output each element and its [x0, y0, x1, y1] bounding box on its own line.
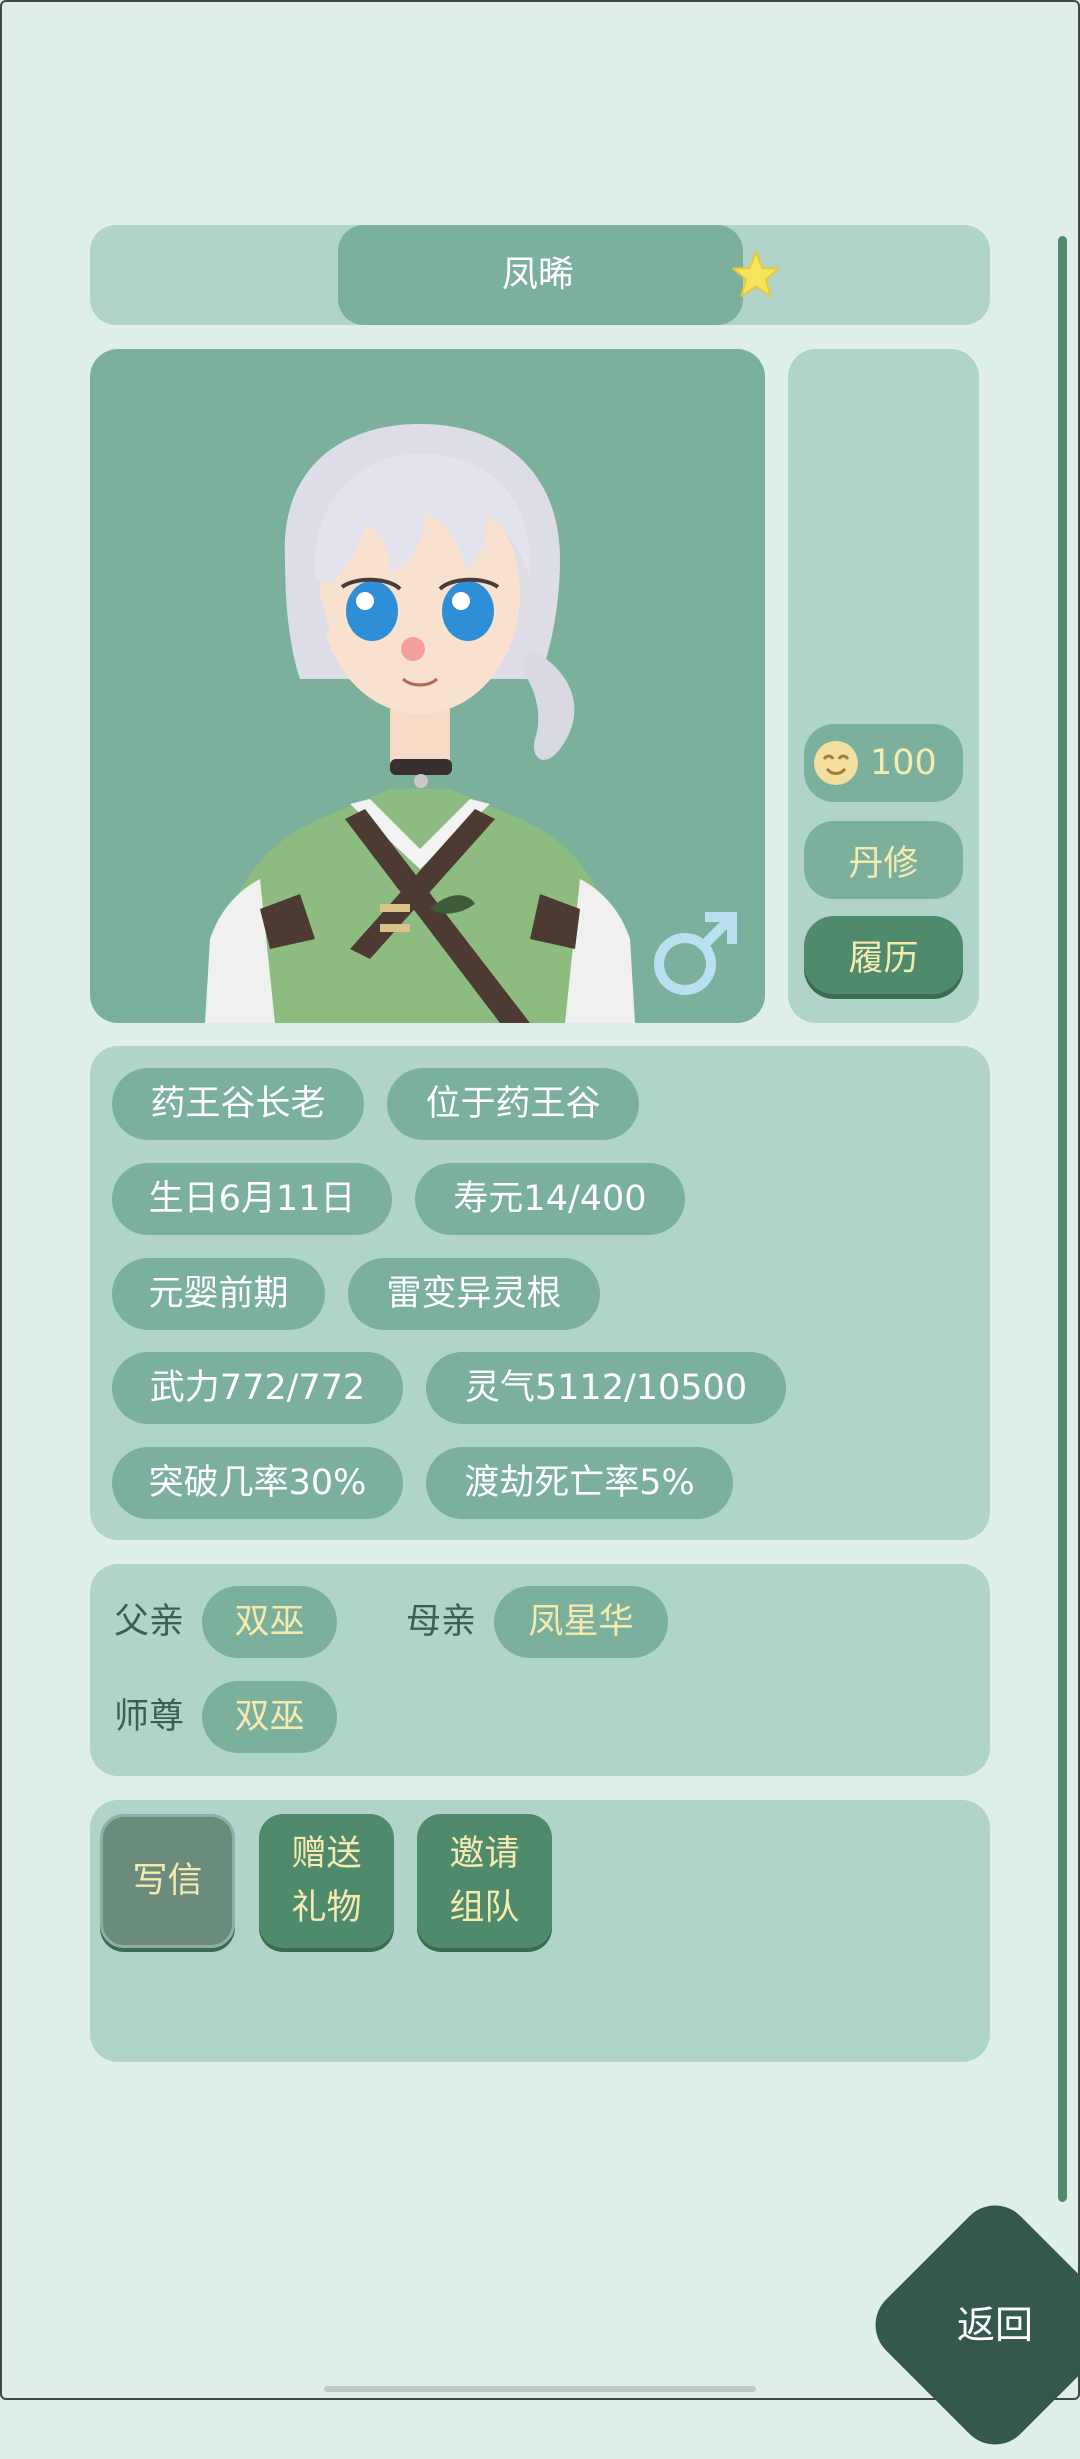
- tag-realm: 元婴前期: [112, 1258, 325, 1330]
- tag-force: 武力772/772: [112, 1352, 403, 1424]
- side-panel: 100 丹修 履历: [788, 349, 979, 1023]
- name-pill[interactable]: 凤晞: [338, 225, 780, 325]
- tag-breakthrough: 突破几率30%: [112, 1447, 403, 1519]
- tag-lifespan: 寿元14/400: [415, 1163, 685, 1235]
- character-name: 凤晞: [501, 254, 574, 295]
- mother-label: 母亲: [406, 1602, 477, 1642]
- tag-tribulation: 渡劫死亡率5%: [426, 1447, 733, 1519]
- invite-team-label: 邀请组队: [449, 1834, 520, 1928]
- stats-panel: 药王谷长老 位于药王谷 生日6月11日 寿元14/400 元婴前期 雷变异灵根 …: [90, 1046, 990, 1540]
- father-label: 父亲: [114, 1602, 185, 1642]
- profession-button[interactable]: 丹修: [804, 821, 963, 899]
- write-letter-button[interactable]: 写信: [100, 1814, 235, 1948]
- resume-button[interactable]: 履历: [804, 916, 963, 994]
- master-label: 师尊: [114, 1697, 185, 1737]
- star-icon[interactable]: [730, 249, 782, 301]
- invite-team-button[interactable]: 邀请组队: [417, 1814, 552, 1948]
- family-panel: 父亲 双巫 母亲 凤星华 师尊 双巫: [90, 1564, 990, 1776]
- smiling-face-icon: [814, 741, 858, 785]
- father-name[interactable]: 双巫: [202, 1586, 337, 1658]
- tag-title: 药王谷长老: [112, 1068, 364, 1140]
- tag-birthday: 生日6月11日: [112, 1163, 392, 1235]
- write-letter-label: 写信: [132, 1861, 203, 1901]
- mood-value: 100: [870, 743, 937, 783]
- master-name[interactable]: 双巫: [202, 1681, 337, 1753]
- mother-name[interactable]: 凤星华: [494, 1586, 668, 1658]
- scrollbar[interactable]: [1058, 236, 1067, 2202]
- send-gift-button[interactable]: 赠送礼物: [259, 1814, 394, 1948]
- male-icon: [654, 912, 737, 995]
- name-bar: 凤晞: [90, 225, 990, 325]
- actions-panel: 写信 赠送礼物 邀请组队: [90, 1800, 990, 2062]
- character-portrait: [90, 349, 765, 1023]
- mood-indicator[interactable]: 100: [804, 724, 963, 802]
- tag-location: 位于药王谷: [387, 1068, 639, 1140]
- send-gift-label: 赠送礼物: [291, 1834, 362, 1928]
- home-indicator[interactable]: [324, 2386, 756, 2392]
- tag-qi: 灵气5112/10500: [426, 1352, 786, 1424]
- back-label[interactable]: 返回: [950, 2295, 1040, 2355]
- tag-root: 雷变异灵根: [348, 1258, 600, 1330]
